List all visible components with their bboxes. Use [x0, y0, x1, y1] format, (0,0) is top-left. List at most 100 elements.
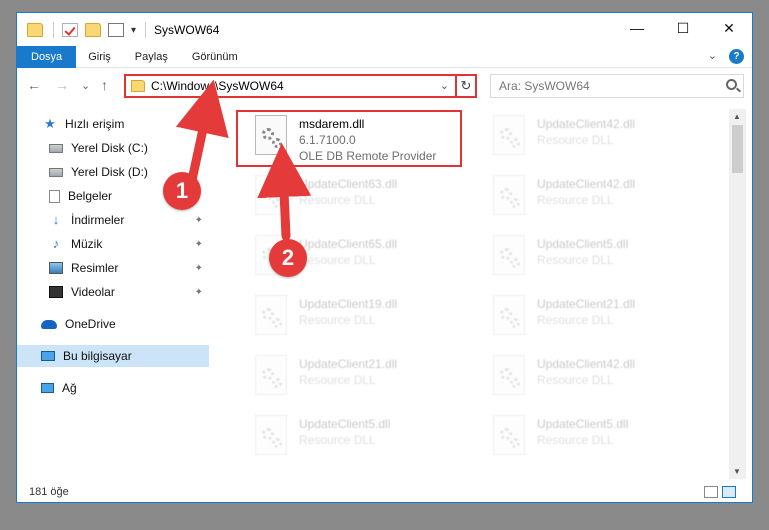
up-button[interactable]: ↑	[101, 77, 108, 93]
sidebar-item-network[interactable]: Ağ	[17, 377, 209, 399]
maximize-button[interactable]: ☐	[660, 13, 706, 43]
tab-share[interactable]: Paylaş	[123, 46, 180, 68]
file-name: UpdateClient21.dll	[537, 297, 636, 311]
dll-file-icon	[493, 415, 525, 455]
dll-file-icon	[255, 355, 287, 395]
file-name: UpdateClient5.dll	[537, 417, 629, 431]
item-count: 181 öğe	[29, 486, 69, 498]
dll-file-icon	[493, 115, 525, 155]
help-icon[interactable]: ?	[729, 49, 744, 64]
title-bar: ▾ SysWOW64 — ☐ ✕	[17, 13, 752, 45]
drive-icon	[49, 167, 63, 177]
file-tile[interactable]: UpdateClient5.dll Resource DLL	[243, 413, 473, 469]
search-input[interactable]: Ara: SysWOW64	[490, 74, 744, 98]
sidebar-item-disk-c[interactable]: Yerel Disk (C:)	[17, 137, 209, 159]
step-badge-2: 2	[269, 239, 307, 277]
quick-access-toolbar: ▾ SysWOW64	[27, 21, 219, 39]
sidebar-item-pictures[interactable]: Resimler ✦	[17, 257, 209, 279]
file-description: Resource DLL	[299, 253, 376, 267]
pin-icon[interactable]: ✦	[195, 215, 203, 226]
file-description: Resource DLL	[299, 433, 376, 447]
scroll-down-arrow[interactable]: ▼	[733, 467, 741, 476]
scroll-up-arrow[interactable]: ▲	[733, 112, 741, 121]
dll-file-icon	[255, 175, 287, 215]
pin-icon[interactable]: ✦	[195, 287, 203, 298]
file-name: UpdateClient5.dll	[537, 237, 629, 251]
tab-view[interactable]: Görünüm	[180, 46, 250, 68]
dll-file-icon	[493, 295, 525, 335]
file-tile[interactable]: UpdateClient5.dll Resource DLL	[481, 413, 711, 469]
scroll-thumb[interactable]	[732, 125, 743, 173]
sidebar-item-quick-access[interactable]: ★ Hızlı erişim	[17, 113, 209, 135]
file-tile[interactable]: UpdateClient21.dll Resource DLL	[243, 353, 473, 409]
properties-check-icon[interactable]	[62, 23, 78, 37]
properties-icon[interactable]	[108, 23, 124, 37]
minimize-button[interactable]: —	[614, 13, 660, 43]
computer-icon	[41, 351, 55, 361]
pin-icon[interactable]: ✦	[195, 239, 203, 250]
expand-ribbon-icon[interactable]: ⌄	[708, 49, 717, 64]
dll-file-icon	[255, 415, 287, 455]
customize-toolbar-arrow[interactable]: ▾	[131, 25, 136, 36]
sidebar-item-videos[interactable]: Videolar ✦	[17, 281, 209, 303]
sidebar-item-label: OneDrive	[65, 317, 116, 331]
recent-locations-button[interactable]: ⌄	[81, 79, 90, 92]
address-bar[interactable]: C:\Windows\SysWOW64 ⌄	[124, 74, 457, 98]
tab-file[interactable]: Dosya	[17, 45, 77, 68]
drive-icon	[49, 143, 63, 153]
sidebar-item-onedrive[interactable]: OneDrive	[17, 313, 209, 335]
file-tile[interactable]: UpdateClient42.dll Resource DLL	[481, 173, 711, 229]
sidebar-item-label: Ağ	[62, 381, 77, 395]
dll-file-icon	[255, 295, 287, 335]
sidebar-item-this-pc[interactable]: Bu bilgisayar	[17, 345, 209, 367]
file-name: UpdateClient5.dll	[299, 417, 391, 431]
window-title: SysWOW64	[154, 23, 220, 37]
back-button[interactable]: ←	[27, 77, 41, 93]
downloads-icon: ↓	[52, 212, 60, 227]
forward-button[interactable]: →	[55, 77, 69, 93]
file-name: UpdateClient63.dll	[299, 177, 398, 191]
sidebar-item-label: Yerel Disk (C:)	[71, 141, 148, 155]
new-folder-icon[interactable]	[85, 23, 101, 37]
refresh-button[interactable]: ↻	[457, 74, 477, 98]
address-dropdown-icon[interactable]: ⌄	[440, 79, 449, 92]
pictures-icon	[49, 262, 63, 274]
pin-icon[interactable]: ✦	[195, 263, 203, 274]
file-description: Resource DLL	[537, 253, 614, 267]
file-description: Resource DLL	[537, 133, 614, 147]
folder-icon	[131, 80, 145, 92]
file-name: UpdateClient21.dll	[299, 357, 398, 371]
ribbon-tabs: Dosya Giriş Paylaş Görünüm ⌄ ?	[17, 45, 752, 68]
close-button[interactable]: ✕	[706, 13, 752, 43]
vertical-scrollbar[interactable]: ▲ ▼	[729, 109, 746, 479]
sidebar-item-downloads[interactable]: ↓ İndirmeler ✦	[17, 209, 209, 231]
tiles-view-icon[interactable]	[722, 486, 736, 498]
file-description: Resource DLL	[299, 373, 376, 387]
file-name: UpdateClient42.dll	[537, 357, 636, 371]
file-tile[interactable]: UpdateClient5.dll Resource DLL	[481, 233, 711, 289]
music-icon: ♪	[52, 236, 60, 251]
file-tile[interactable]: UpdateClient19.dll Resource DLL	[243, 293, 473, 349]
file-tile[interactable]: UpdateClient63.dll Resource DLL	[243, 173, 473, 229]
sidebar-item-label: İndirmeler	[71, 213, 125, 227]
file-description: Resource DLL	[537, 193, 614, 207]
file-name: UpdateClient65.dll	[299, 237, 398, 251]
status-bar: 181 öğe	[17, 481, 752, 502]
search-placeholder: Ara: SysWOW64	[499, 79, 590, 93]
sidebar-item-music[interactable]: ♪ Müzik ✦	[17, 233, 209, 255]
cloud-icon	[41, 319, 57, 329]
search-icon	[726, 79, 737, 90]
file-description: Resource DLL	[299, 313, 376, 327]
details-view-icon[interactable]	[704, 486, 718, 498]
address-path[interactable]: C:\Windows\SysWOW64	[151, 79, 284, 93]
sidebar-item-label: Müzik	[71, 237, 103, 251]
file-tile[interactable]: UpdateClient21.dll Resource DLL	[481, 293, 711, 349]
file-name: UpdateClient42.dll	[537, 117, 636, 131]
star-icon: ★	[44, 116, 56, 131]
file-description: Resource DLL	[299, 193, 376, 207]
file-tile[interactable]: UpdateClient42.dll Resource DLL	[481, 353, 711, 409]
tab-home[interactable]: Giriş	[76, 46, 123, 68]
dll-file-icon	[493, 355, 525, 395]
file-tile[interactable]: UpdateClient42.dll Resource DLL	[481, 113, 711, 169]
file-description: Resource DLL	[537, 313, 614, 327]
